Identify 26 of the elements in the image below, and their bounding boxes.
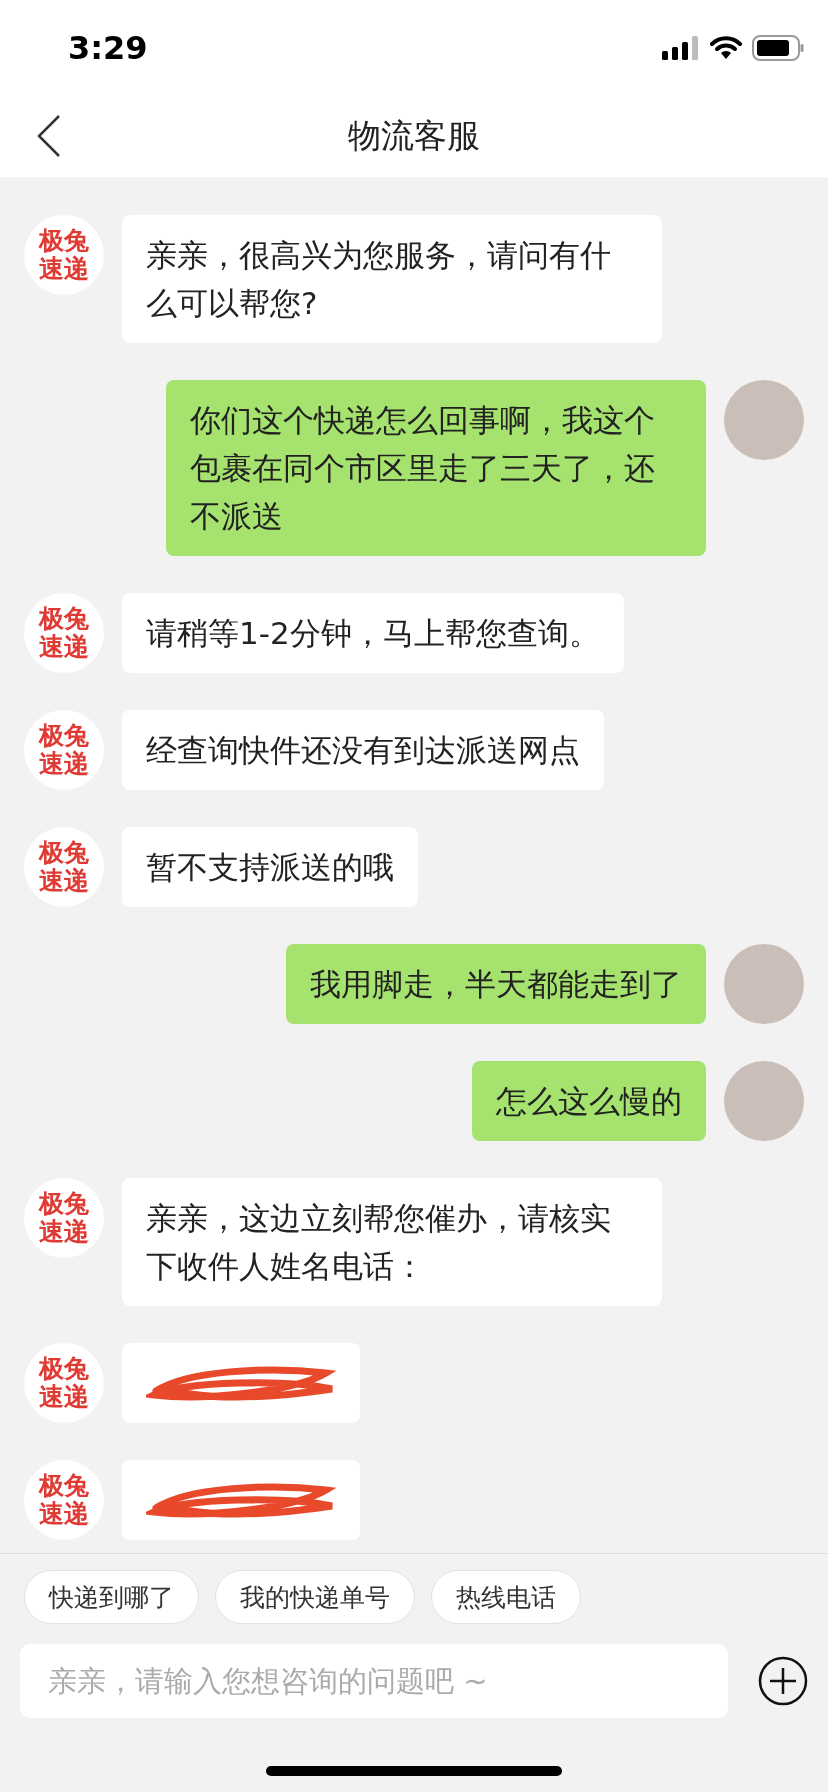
quick-reply-chip[interactable]: 我的快递单号 (215, 1570, 415, 1624)
received-message: 暂不支持派送的哦 (122, 827, 418, 907)
plus-icon[interactable] (758, 1656, 808, 1706)
sent-message: 我用脚走，半天都能走到了 (286, 944, 706, 1024)
battery-icon (752, 34, 804, 61)
sent-message: 你们这个快递怎么回事啊，我这个包裹在同个市区里走了三天了，还不派送 (166, 380, 706, 556)
logo-avatar: 极兔 速递 (24, 593, 104, 673)
received-message: 请稍等1-2分钟，马上帮您查询。 (122, 593, 624, 673)
logo-avatar: 极兔 速递 (24, 1178, 104, 1258)
page-title: 物流客服 (348, 114, 480, 157)
logo-avatar: 极兔 速递 (24, 215, 104, 295)
logo-avatar: 极兔 速递 (24, 710, 104, 790)
message-input[interactable]: 亲亲，请输入您想咨询的问题吧 ~ (20, 1644, 728, 1718)
logo-avatar: 极兔 速递 (24, 1460, 104, 1540)
back-icon[interactable] (36, 114, 62, 158)
wifi-icon (710, 35, 742, 60)
received-message: 亲亲，这边立刻帮您催办，请核实下收件人姓名电话： (122, 1178, 662, 1306)
received-message: 亲亲，很高兴为您服务，请问有什么可以帮您? (122, 215, 662, 343)
status-time: 3:29 (68, 28, 148, 67)
received-message: 经查询快件还没有到达派送网点 (122, 710, 604, 790)
logo-avatar: 极兔 速递 (24, 827, 104, 907)
logo-avatar: 极兔 速递 (24, 1343, 104, 1423)
sent-message: 怎么这么慢的 (472, 1061, 706, 1141)
quick-reply-chip[interactable]: 热线电话 (431, 1570, 581, 1624)
signal-icon (662, 35, 700, 60)
quick-reply-chip[interactable]: 快递到哪了 (24, 1570, 199, 1624)
